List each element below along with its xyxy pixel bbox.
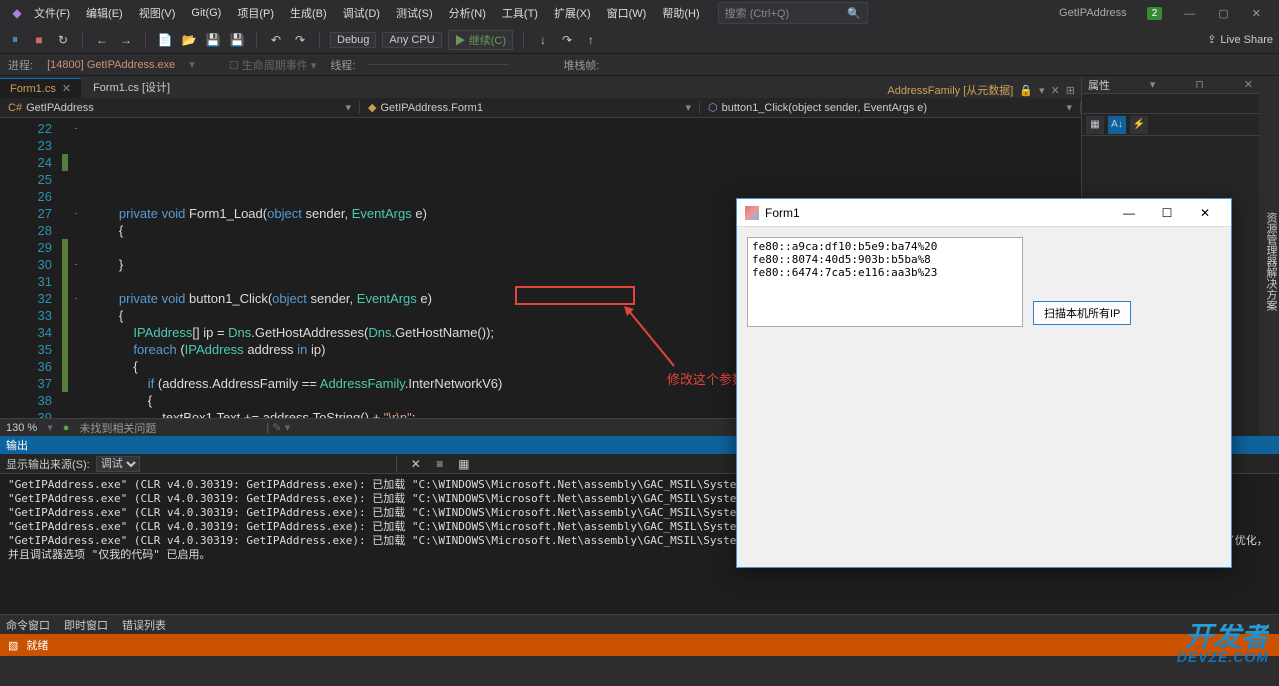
vs-logo-icon: ◆ [8,4,26,22]
categorize-icon[interactable]: ▦ [1086,116,1104,134]
method-icon: ⬡ [708,101,718,114]
menu-extensions[interactable]: 扩展(X) [546,2,599,24]
form1-textbox[interactable]: fe80::a9ca:df10:b5e9:ba74%20 fe80::8074:… [747,237,1023,327]
output-wrap-icon[interactable]: ≡ [431,455,449,473]
right-dock-strip[interactable]: 资源管理器解决方案 [1259,76,1279,436]
debug-process-bar: 进程: [14800] GetIPAddress.exe ▾ ☐ 生命周期事件 … [0,54,1279,76]
stop-icon[interactable]: ■ [30,31,48,49]
step-into-icon[interactable]: ↓ [534,31,552,49]
menu-project[interactable]: 项目(P) [229,2,282,24]
platform-dropdown[interactable]: Any CPU [382,32,441,48]
title-bar: ◆ 文件(F) 编辑(E) 视图(V) Git(G) 项目(P) 生成(B) 调… [0,0,1279,26]
search-input[interactable]: 搜索 (Ctrl+Q) 🔍 [718,2,868,24]
menu-build[interactable]: 生成(B) [282,2,335,24]
step-out-icon[interactable]: ↑ [582,31,600,49]
form1-minimize-icon[interactable]: — [1111,202,1147,224]
config-dropdown[interactable]: Debug [330,32,376,48]
redo-icon[interactable]: ↷ [291,31,309,49]
zoom-level[interactable]: 130 % [6,422,37,434]
output-source-dropdown[interactable]: 调试 [96,456,140,472]
bottom-tab-strip: 命令窗口 即时窗口 错误列表 [0,614,1279,634]
close-icon[interactable]: ✕ [1242,4,1271,24]
menu-window[interactable]: 窗口(W) [599,2,655,24]
menu-bar: 文件(F) 编辑(E) 视图(V) Git(G) 项目(P) 生成(B) 调试(… [26,2,708,24]
open-icon[interactable]: 📂 [180,31,198,49]
solution-name: GetIPAddress [1051,5,1135,21]
main-toolbar: ⏸ ■ ↻ ← → 📄 📂 💾 💾 ↶ ↷ Debug Any CPU ▶ 继续… [0,26,1279,54]
form1-maximize-icon[interactable]: ☐ [1149,202,1185,224]
pause-icon[interactable]: ⏸ [6,31,24,49]
minimize-icon[interactable]: — [1174,4,1205,24]
form1-title-text: Form1 [765,206,800,220]
process-name[interactable]: [14800] GetIPAddress.exe [47,59,175,71]
tab-command-window[interactable]: 命令窗口 [6,617,50,633]
menu-git[interactable]: Git(G) [183,4,229,22]
tab-immediate-window[interactable]: 即时窗口 [64,617,108,633]
properties-toolbar: ▦ A↓ ⚡ [1082,114,1259,136]
form1-runtime-window[interactable]: Form1 — ☐ ✕ fe80::a9ca:df10:b5e9:ba74%20… [736,198,1232,568]
save-all-icon[interactable]: 💾 [228,31,246,49]
menu-view[interactable]: 视图(V) [131,2,184,24]
code-nav-bar: C#GetIPAddress▾ ◆GetIPAddress.Form1▾ ⬡bu… [0,98,1081,118]
status-bar: ▧ 就绪 [0,634,1279,656]
watermark: 开发者 DEVZE.COM [1177,624,1269,664]
lock-icon: 🔒 [1019,84,1033,97]
nav-method[interactable]: ⬡button1_Click(object sender, EventArgs … [700,101,1081,114]
menu-file[interactable]: 文件(F) [26,2,78,24]
panel-menu-icon[interactable]: ▾ [1150,78,1156,91]
tab-menu-icon[interactable]: ⊞ [1066,84,1075,97]
tab-form1-cs[interactable]: Form1.cs✕ [0,78,81,98]
menu-test[interactable]: 测试(S) [388,2,441,24]
save-icon[interactable]: 💾 [204,31,222,49]
form1-titlebar[interactable]: Form1 — ☐ ✕ [737,199,1231,227]
solution-explorer-tab[interactable]: 资源管理器解决方案 [1263,212,1279,311]
events-icon[interactable]: ⚡ [1130,116,1148,134]
csharp-icon: C# [8,102,22,114]
step-over-icon[interactable]: ↷ [558,31,576,49]
output-clear-icon[interactable]: ✕ [407,455,425,473]
nav-project[interactable]: C#GetIPAddress▾ [0,101,360,114]
nav-class[interactable]: ◆GetIPAddress.Form1▾ [360,101,700,114]
tab-error-list[interactable]: 错误列表 [122,617,166,633]
nav-back-icon[interactable]: ← [93,31,111,49]
tab-form1-design[interactable]: Form1.cs [设计] [83,76,180,98]
panel-close-icon[interactable]: ✕ [1244,78,1253,91]
breadcrumb-meta: AddressFamily [从元数据] [887,82,1013,98]
issues-text: 未找到相关问题 [79,420,156,436]
restart-icon[interactable]: ↻ [54,31,72,49]
document-tabs: Form1.cs✕ Form1.cs [设计] AddressFamily [从… [0,76,1081,98]
tab-add-icon[interactable]: ✕ [1051,84,1060,97]
tab-close-icon[interactable]: ✕ [62,83,71,95]
menu-help[interactable]: 帮助(H) [654,2,707,24]
alphabetical-icon[interactable]: A↓ [1108,116,1126,134]
menu-debug[interactable]: 调试(D) [335,2,388,24]
notification-badge[interactable]: 2 [1147,7,1163,20]
class-icon: ◆ [368,101,376,114]
menu-edit[interactable]: 编辑(E) [78,2,131,24]
maximize-icon[interactable]: ▢ [1208,4,1238,24]
output-toggle-icon[interactable]: ▦ [455,455,473,473]
form1-app-icon [745,206,759,220]
nav-fwd-icon[interactable]: → [117,31,135,49]
status-text: 就绪 [26,637,48,653]
search-icon: 🔍 [847,7,861,20]
form1-close-icon[interactable]: ✕ [1187,202,1223,224]
properties-title: 属性 [1088,77,1110,93]
menu-tools[interactable]: 工具(T) [494,2,546,24]
form1-scan-button[interactable]: 扫描本机所有IP [1033,301,1131,325]
new-item-icon[interactable]: 📄 [156,31,174,49]
live-share-icon: ⇪ [1207,33,1216,46]
menu-analyze[interactable]: 分析(N) [441,2,494,24]
panel-pin-icon[interactable]: ⊓ [1195,78,1204,91]
live-share-button[interactable]: ⇪ Live Share [1207,33,1273,46]
issues-ok-icon: ● [63,422,70,434]
status-icon: ▧ [8,639,18,652]
undo-icon[interactable]: ↶ [267,31,285,49]
tab-overflow-icon[interactable]: ▾ [1039,84,1045,97]
continue-button[interactable]: ▶ 继续(C) [448,30,513,50]
